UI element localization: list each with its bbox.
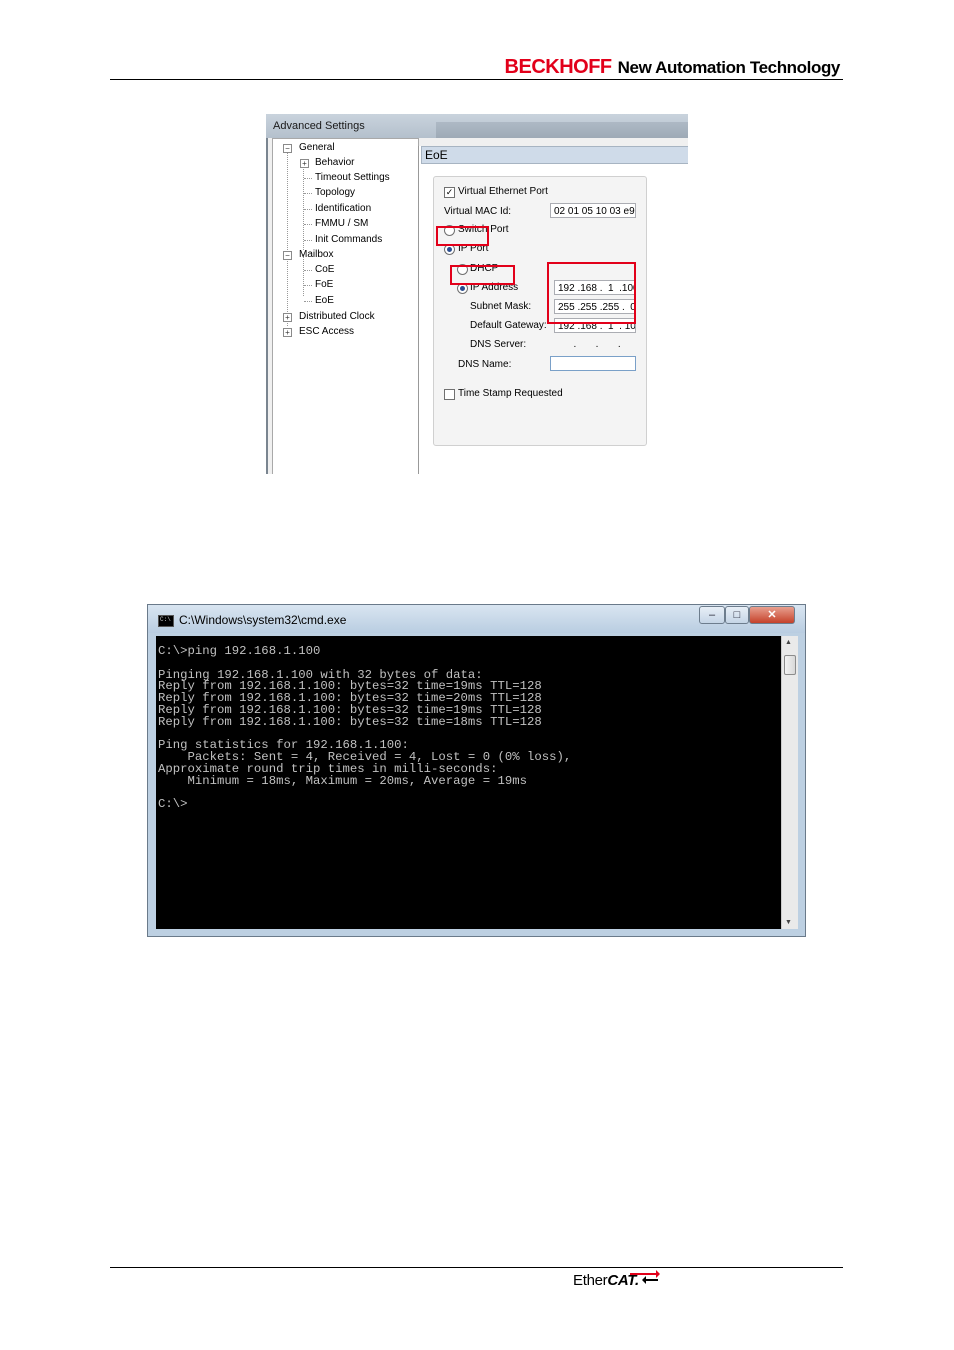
tree-connector xyxy=(304,209,312,210)
scroll-up-arrow-icon[interactable]: ▲ xyxy=(785,639,792,646)
tree-connector xyxy=(303,254,304,296)
tree-item-behavior[interactable]: Behavior xyxy=(315,157,354,168)
minimize-button[interactable]: – xyxy=(699,606,725,624)
console-output-area[interactable]: C:\>ping 192.168.1.100 Pinging 192.168.1… xyxy=(156,636,781,929)
cmd-titlebar: C:\ C:\Windows\system32\cmd.exe – □ ✕ xyxy=(148,605,805,633)
tree-expander[interactable]: + xyxy=(283,328,292,337)
tree-item-foe[interactable]: FoE xyxy=(315,279,333,290)
tree-connector xyxy=(304,240,312,241)
tree-connector xyxy=(303,162,304,250)
tree-connector xyxy=(304,193,312,194)
tree-item-eoe[interactable]: EoE xyxy=(315,295,334,306)
tree-connector xyxy=(304,285,312,286)
highlight-ip-fields xyxy=(547,262,636,324)
default-gateway-label: Default Gateway: xyxy=(470,320,547,331)
console-output: C:\>ping 192.168.1.100 Pinging 192.168.1… xyxy=(158,644,572,812)
ethercat-arrows-icon xyxy=(630,1270,660,1284)
scroll-down-arrow-icon[interactable]: ▼ xyxy=(785,919,792,926)
time-stamp-checkbox[interactable] xyxy=(444,389,455,400)
brand-tagline: New Automation Technology xyxy=(617,58,841,77)
highlight-ip-address-radio xyxy=(450,265,515,285)
tree-item-mailbox[interactable]: Mailbox xyxy=(299,249,333,260)
tree-item-coe[interactable]: CoE xyxy=(315,264,334,275)
console-icon-text: C:\ xyxy=(160,616,171,623)
tree-connector xyxy=(304,301,312,302)
header-rule xyxy=(110,79,843,80)
scrollbar-thumb[interactable] xyxy=(784,655,796,675)
cmd-window: C:\ C:\Windows\system32\cmd.exe – □ ✕ C:… xyxy=(147,604,806,937)
advanced-settings-window: Advanced Settings − General + Behavior T… xyxy=(266,114,688,474)
virtual-ethernet-port-checkbox[interactable]: ✓ xyxy=(444,187,455,198)
tree-item-distributed-clock[interactable]: Distributed Clock xyxy=(299,311,375,322)
tree-connector xyxy=(304,224,312,225)
vertical-scrollbar[interactable]: ▲ ▼ xyxy=(781,636,798,929)
tree-expander[interactable]: + xyxy=(300,159,309,168)
window-border xyxy=(266,138,268,474)
tree-item-timeout-settings[interactable]: Timeout Settings xyxy=(315,172,390,183)
tree-item-esc-access[interactable]: ESC Access xyxy=(299,326,354,337)
ethercat-logo-part1: Ether xyxy=(573,1272,608,1289)
tree-item-identification[interactable]: Identification xyxy=(315,203,371,214)
footer-rule xyxy=(110,1267,843,1268)
background-tabs xyxy=(436,122,688,138)
maximize-button[interactable]: □ xyxy=(725,606,749,624)
dns-server-field[interactable]: . . . xyxy=(550,336,636,351)
brand-name: BECKHOFF xyxy=(504,56,613,78)
tree-expander[interactable]: − xyxy=(283,251,292,260)
tree-item-topology[interactable]: Topology xyxy=(315,187,355,198)
dns-server-label: DNS Server: xyxy=(470,339,527,350)
dns-name-label: DNS Name: xyxy=(458,359,512,370)
tree-item-fmmu-sm[interactable]: FMMU / SM xyxy=(315,218,368,229)
tree-connector xyxy=(304,270,312,271)
settings-tree: − General + Behavior Timeout Settings To… xyxy=(272,138,419,474)
tree-connector xyxy=(304,178,312,179)
tree-expander[interactable]: + xyxy=(283,313,292,322)
window-title: Advanced Settings xyxy=(273,120,365,132)
time-stamp-label: Time Stamp Requested xyxy=(458,388,563,399)
virtual-ethernet-port-label: Virtual Ethernet Port xyxy=(458,186,548,197)
dns-name-field[interactable] xyxy=(550,356,636,371)
panel-header: EoE xyxy=(421,146,688,164)
tree-item-general[interactable]: General xyxy=(299,142,335,153)
virtual-mac-id-label: Virtual MAC Id: xyxy=(444,206,512,217)
subnet-mask-label: Subnet Mask: xyxy=(470,301,532,312)
tree-expander[interactable]: − xyxy=(283,144,292,153)
close-button[interactable]: ✕ xyxy=(749,606,795,624)
tree-connector xyxy=(287,148,288,326)
highlight-ip-port xyxy=(436,226,489,246)
console-icon: C:\ xyxy=(158,615,174,627)
tree-item-init-commands[interactable]: Init Commands xyxy=(315,234,382,245)
virtual-mac-id-field[interactable]: 02 01 05 10 03 e9 xyxy=(550,203,636,218)
cmd-title: C:\Windows\system32\cmd.exe xyxy=(179,613,347,627)
panel-title: EoE xyxy=(425,148,448,162)
brand-logo: BECKHOFF New Automation Technology xyxy=(504,56,841,79)
